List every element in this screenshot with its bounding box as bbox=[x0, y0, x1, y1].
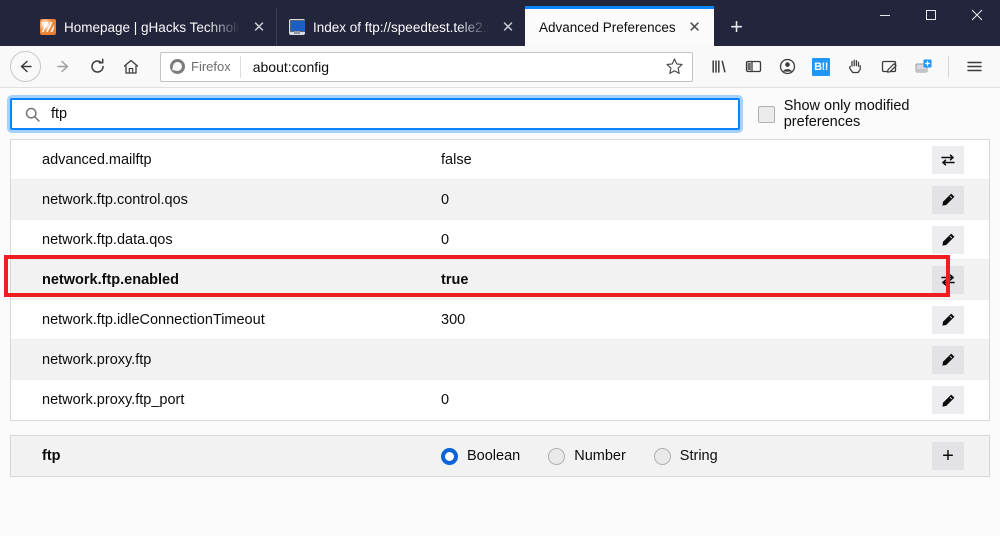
radio-dot bbox=[653, 447, 671, 465]
radio-string[interactable]: String bbox=[653, 447, 718, 465]
home-button[interactable] bbox=[114, 51, 148, 83]
edit-icon[interactable] bbox=[932, 185, 964, 214]
app-menu-button[interactable] bbox=[958, 52, 990, 82]
radio-label: Boolean bbox=[467, 448, 521, 464]
search-box[interactable] bbox=[10, 98, 740, 130]
pref-value: 300 bbox=[441, 311, 466, 328]
new-tab-button[interactable]: + bbox=[722, 12, 752, 42]
pref-name: network.proxy.ftp_port bbox=[42, 392, 185, 408]
pref-name: advanced.mailftp bbox=[42, 151, 152, 168]
tab-ftp-index[interactable]: Index of ftp://speedtest.tele2.n ✕ bbox=[276, 8, 525, 46]
tab-title: Advanced Preferences bbox=[539, 20, 676, 35]
table-row[interactable]: network.ftp.data.qos 0 bbox=[11, 220, 989, 260]
search-icon bbox=[24, 106, 41, 123]
add-preference-row: ftp Boolean Number String + bbox=[10, 435, 990, 477]
pref-value: 0 bbox=[441, 392, 450, 408]
close-icon[interactable]: ✕ bbox=[499, 18, 517, 36]
table-row[interactable]: network.ftp.control.qos 0 bbox=[11, 180, 989, 220]
table-row[interactable]: advanced.mailftp false bbox=[11, 140, 989, 180]
table-row[interactable]: network.proxy.ftp bbox=[11, 340, 989, 380]
pref-value: 0 bbox=[441, 231, 450, 248]
table-row[interactable]: network.ftp.idleConnectionTimeout 300 bbox=[11, 300, 989, 340]
screenshot-icon[interactable] bbox=[873, 52, 905, 82]
tab-advanced-preferences[interactable]: Advanced Preferences ✕ bbox=[525, 6, 714, 46]
pref-name: network.ftp.enabled bbox=[42, 271, 179, 288]
pref-value: true bbox=[441, 271, 469, 288]
ghacks-favicon-icon bbox=[40, 19, 56, 35]
url-bar[interactable]: Firefox about:config bbox=[160, 51, 693, 82]
radio-boolean[interactable]: Boolean bbox=[441, 447, 521, 465]
about-config-page: Show only modified preferences advanced.… bbox=[0, 88, 1000, 536]
radio-number[interactable]: Number bbox=[548, 447, 626, 465]
identity-box[interactable]: Firefox bbox=[161, 55, 241, 78]
hand-extension-icon[interactable] bbox=[839, 52, 871, 82]
pocket-icon[interactable] bbox=[907, 52, 939, 82]
url-text: about:config bbox=[252, 58, 330, 75]
show-modified-label: Show only modified preferences bbox=[783, 98, 910, 130]
pref-value: 0 bbox=[441, 191, 450, 208]
toggle-icon[interactable] bbox=[932, 265, 964, 294]
close-icon[interactable]: ✕ bbox=[686, 19, 704, 37]
window-controls bbox=[862, 0, 1000, 46]
identity-label: Firefox bbox=[191, 59, 231, 74]
show-modified-checkbox[interactable] bbox=[757, 105, 775, 123]
pref-name: network.ftp.data.qos bbox=[42, 231, 173, 248]
reload-button[interactable] bbox=[80, 51, 114, 83]
table-row-highlighted[interactable]: network.ftp.enabled true bbox=[4, 255, 989, 300]
edit-icon[interactable] bbox=[932, 345, 964, 374]
tab-title: Index of ftp://speedtest.tele2.n bbox=[313, 19, 489, 35]
toolbar-icons: B!! bbox=[703, 52, 990, 82]
library-icon[interactable] bbox=[703, 52, 735, 82]
toolbar-divider bbox=[948, 55, 949, 78]
close-button[interactable] bbox=[954, 0, 1000, 30]
radio-label: String bbox=[679, 448, 718, 464]
pref-name: network.proxy.ftp bbox=[42, 351, 152, 368]
back-button[interactable] bbox=[10, 51, 41, 82]
filter-row: Show only modified preferences bbox=[0, 88, 1000, 139]
table-row[interactable]: network.proxy.ftp_port 0 bbox=[11, 380, 989, 420]
new-pref-name: ftp bbox=[42, 448, 61, 464]
navigation-toolbar: Firefox about:config B!! bbox=[0, 46, 1000, 88]
maximize-button[interactable] bbox=[908, 0, 954, 30]
edit-icon[interactable] bbox=[932, 386, 964, 414]
radio-label: Number bbox=[574, 448, 626, 464]
radio-dot bbox=[548, 447, 566, 465]
tab-title: Homepage | gHacks Technolog bbox=[64, 19, 240, 35]
type-options: Boolean Number String bbox=[441, 447, 932, 465]
search-input[interactable] bbox=[51, 106, 738, 122]
radio-dot bbox=[441, 447, 458, 465]
edit-icon[interactable] bbox=[932, 225, 964, 254]
toggle-icon[interactable] bbox=[932, 145, 964, 174]
bookmark-star-icon[interactable] bbox=[665, 57, 684, 76]
ftp-site-favicon-icon bbox=[289, 19, 305, 35]
tab-strip: Homepage | gHacks Technolog ✕ Index of f… bbox=[0, 0, 752, 46]
forward-button[interactable] bbox=[46, 51, 80, 83]
pref-value: false bbox=[441, 151, 472, 168]
pref-name: network.ftp.idleConnectionTimeout bbox=[42, 311, 265, 328]
add-preference-button[interactable]: + bbox=[932, 442, 964, 470]
browser-window: Homepage | gHacks Technolog ✕ Index of f… bbox=[0, 0, 1000, 536]
pref-name: network.ftp.control.qos bbox=[42, 191, 188, 208]
sidebar-icon[interactable] bbox=[737, 52, 769, 82]
show-modified-control[interactable]: Show only modified preferences bbox=[757, 98, 990, 130]
tab-ghacks[interactable]: Homepage | gHacks Technolog ✕ bbox=[28, 8, 276, 46]
minimize-button[interactable] bbox=[862, 0, 908, 30]
bitwarden-icon[interactable]: B!! bbox=[805, 52, 837, 82]
title-bar: Homepage | gHacks Technolog ✕ Index of f… bbox=[0, 0, 1000, 46]
account-icon[interactable] bbox=[771, 52, 803, 82]
close-icon[interactable]: ✕ bbox=[250, 18, 268, 36]
bitwarden-badge-label: B!! bbox=[812, 57, 830, 76]
firefox-logo-icon bbox=[170, 59, 185, 74]
edit-icon[interactable] bbox=[932, 305, 964, 334]
preferences-list: advanced.mailftp false network.ftp.contr… bbox=[4, 139, 990, 421]
